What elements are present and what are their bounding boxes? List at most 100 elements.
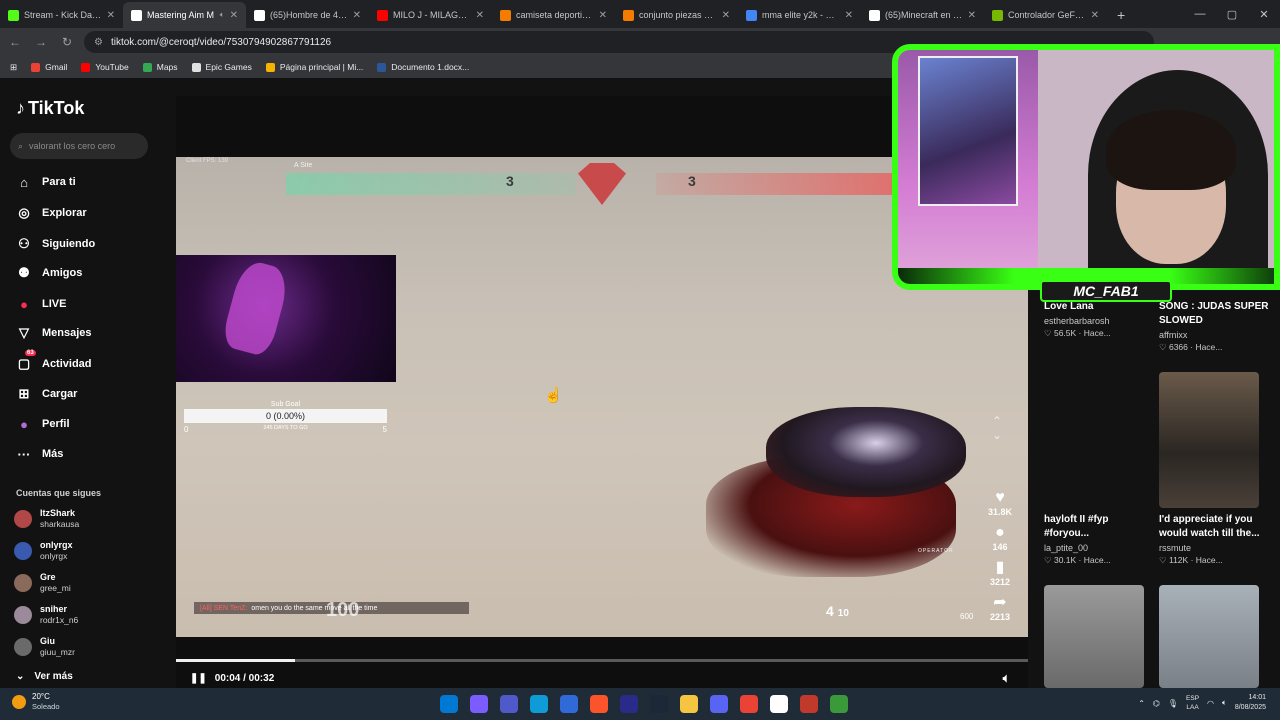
sidebar-item-friends[interactable]: ⚉ Amigos xyxy=(16,263,82,283)
tab-favicon-icon xyxy=(254,9,265,21)
followed-account[interactable]: Gre gree_mi xyxy=(14,572,71,594)
weather-widget[interactable]: 20°C Soleado xyxy=(12,692,60,712)
close-window-icon[interactable]: ✕ xyxy=(1248,8,1280,21)
browser-tab[interactable]: Controlador GeForce ✕ xyxy=(984,2,1107,28)
suggestion-thumbnail[interactable] xyxy=(1159,585,1259,688)
followed-account[interactable]: onlyrgx onlyrgx xyxy=(14,540,73,562)
taskbar-app-icon[interactable] xyxy=(440,695,458,713)
bookmark-item[interactable]: Página principal | Mi... xyxy=(265,62,363,72)
volume-icon[interactable]: 🔈︎ xyxy=(1003,671,1010,686)
sidebar-item-inbox[interactable]: ▢ 63 Actividad xyxy=(16,350,92,374)
sidebar-item-upload[interactable]: ⊞ Cargar xyxy=(16,384,78,404)
suggestion-item[interactable]: hayloft II #fyp #foryou... la_ptite_00 ♡… xyxy=(1044,513,1154,566)
new-tab-icon[interactable]: + xyxy=(1107,2,1135,28)
suggestion-thumbnail[interactable] xyxy=(1159,372,1259,508)
team-bar-left xyxy=(286,173,576,195)
sidebar-item-message[interactable]: ▽ Mensajes xyxy=(16,323,92,343)
sidebar-item-live[interactable]: ● LIVE xyxy=(16,294,66,314)
share-button[interactable]: ➦ 2213 xyxy=(980,594,1020,622)
speaker-icon[interactable]: 🔈︎ xyxy=(1222,698,1227,708)
close-tab-icon[interactable]: ✕ xyxy=(353,10,361,21)
close-tab-icon[interactable]: ✕ xyxy=(476,10,484,21)
forward-icon[interactable]: → xyxy=(32,35,50,49)
chevron-up-icon[interactable]: ⌃ xyxy=(992,414,1002,428)
close-tab-icon[interactable]: ✕ xyxy=(845,10,853,21)
clock[interactable]: 14:01 8/08/2025 xyxy=(1235,693,1266,713)
tiktok-logo[interactable]: ♪ TikTok xyxy=(16,98,84,119)
close-tab-icon[interactable]: ✕ xyxy=(230,10,238,21)
sub-goal-bar: 0 (0.00%) xyxy=(184,409,387,423)
taskbar-app-icon[interactable] xyxy=(500,695,518,713)
bookmark-item[interactable]: Documento 1.docx... xyxy=(377,62,469,72)
sidebar-item-home[interactable]: ⌂ Para ti xyxy=(16,172,76,192)
suggestion-item[interactable]: SONG : JUDAS SUPER SLOWED affmixx ♡ 6366… xyxy=(1159,300,1269,353)
browser-tab[interactable]: conjunto piezas hom ✕ xyxy=(615,2,738,28)
tab-title: (65)Minecraft en una xyxy=(885,10,963,20)
close-tab-icon[interactable]: ✕ xyxy=(1091,10,1099,21)
taskbar-app-icon[interactable] xyxy=(470,695,488,713)
reload-icon[interactable]: ↻ xyxy=(58,35,76,49)
apps-grid-icon[interactable]: ⊞ xyxy=(10,62,17,73)
save-button[interactable]: ▮ 3212 xyxy=(980,559,1020,587)
search-input[interactable]: ⌕ valorant los cero cero xyxy=(10,133,148,159)
bookmark-item[interactable]: YouTube xyxy=(81,62,129,72)
bookmark-item[interactable]: Gmail xyxy=(31,62,67,72)
taskbar-app-icon[interactable] xyxy=(650,695,668,713)
maximize-icon[interactable]: ▢ xyxy=(1216,8,1248,21)
browser-tab[interactable]: Mastering Aim M 🔈︎ ✕ xyxy=(123,2,246,28)
taskbar-app-icon[interactable] xyxy=(590,695,608,713)
back-icon[interactable]: ← xyxy=(6,35,24,49)
see-more-button[interactable]: ⌄ Ver más xyxy=(16,671,73,682)
close-tab-icon[interactable]: ✕ xyxy=(722,10,730,21)
taskbar-app-icon[interactable] xyxy=(770,695,788,713)
browser-tab[interactable]: MILO J - MILAGROS ✕ xyxy=(369,2,492,28)
video-actions: ♥ 31.8K ● 146 ▮ 3212 ➦ 2213 xyxy=(980,489,1020,629)
sidebar-item-label: LIVE xyxy=(42,298,67,310)
bookmark-item[interactable]: Maps xyxy=(142,62,178,72)
followed-account[interactable]: Giu giuu_mzr xyxy=(14,636,75,658)
credits-value: 600 xyxy=(960,612,974,621)
taskbar-app-icon[interactable] xyxy=(710,695,728,713)
taskbar-app-icon[interactable] xyxy=(830,695,848,713)
browser-tab[interactable]: mma elite y2k - Busc ✕ xyxy=(738,2,861,28)
taskbar-app-icon[interactable] xyxy=(620,695,638,713)
close-tab-icon[interactable]: ✕ xyxy=(599,10,607,21)
bookmark-item[interactable]: Epic Games xyxy=(191,62,252,72)
sidebar-item-person[interactable]: ⚇ Siguiendo xyxy=(16,234,95,254)
suggestion-item[interactable]: I'd appreciate if you would watch till t… xyxy=(1159,513,1269,566)
mic-icon[interactable]: 🎙︎ xyxy=(1168,699,1178,708)
minimize-icon[interactable]: — xyxy=(1184,8,1216,20)
suggestion-item[interactable]: Love Lana estherbarbarosh ♡ 56.5K · Hace… xyxy=(1044,300,1154,339)
taskbar-app-icon[interactable] xyxy=(560,695,578,713)
tab-audio-icon[interactable]: 🔈︎ xyxy=(220,10,225,20)
like-button[interactable]: ♥ 31.8K xyxy=(980,489,1020,517)
chevron-up-icon[interactable]: ⌃ xyxy=(1138,699,1145,708)
followed-account[interactable]: ItzShark sharkausa xyxy=(14,508,79,530)
sub-goal-label: Sub Goal xyxy=(270,401,301,408)
chevron-down-icon[interactable]: ⌄ xyxy=(992,428,1002,442)
sidebar-item-label: Amigos xyxy=(42,267,83,279)
browser-tab[interactable]: camiseta deportiva c ✕ xyxy=(492,2,615,28)
browser-tab[interactable]: (65)Minecraft en una ✕ xyxy=(861,2,984,28)
close-tab-icon[interactable]: ✕ xyxy=(107,10,115,21)
followed-account[interactable]: sniher rodr1x_n6 xyxy=(14,604,78,626)
wifi-icon[interactable]: ◠ xyxy=(1207,699,1214,708)
video-progress-bar[interactable] xyxy=(176,659,1028,662)
site-info-icon[interactable]: ⚙ xyxy=(94,37,103,48)
taskbar-app-icon[interactable] xyxy=(680,695,698,713)
taskbar-app-icon[interactable] xyxy=(530,695,548,713)
sidebar-item-compass[interactable]: ◎ Explorar xyxy=(16,203,86,223)
language-indicator[interactable]: ESP LAA xyxy=(1186,694,1199,712)
comment-button[interactable]: ● 146 xyxy=(980,524,1020,552)
taskbar-app-icon[interactable] xyxy=(800,695,818,713)
network-icon[interactable]: ⌬ xyxy=(1153,699,1160,708)
inbox-icon: ▢ 63 xyxy=(17,350,36,371)
close-tab-icon[interactable]: ✕ xyxy=(968,10,976,21)
pause-icon[interactable]: ❚❚ xyxy=(190,673,207,684)
browser-tab[interactable]: Stream - Kick Dashb ✕ xyxy=(0,2,123,28)
browser-tab[interactable]: (65)Hombre de 41 añ ✕ xyxy=(246,2,369,28)
sidebar-item-more[interactable]: ··· Más xyxy=(16,444,64,464)
taskbar-app-icon[interactable] xyxy=(740,695,758,713)
suggestion-thumbnail[interactable] xyxy=(1044,585,1144,688)
sidebar-item-profile[interactable]: ● Perfil xyxy=(16,414,69,434)
